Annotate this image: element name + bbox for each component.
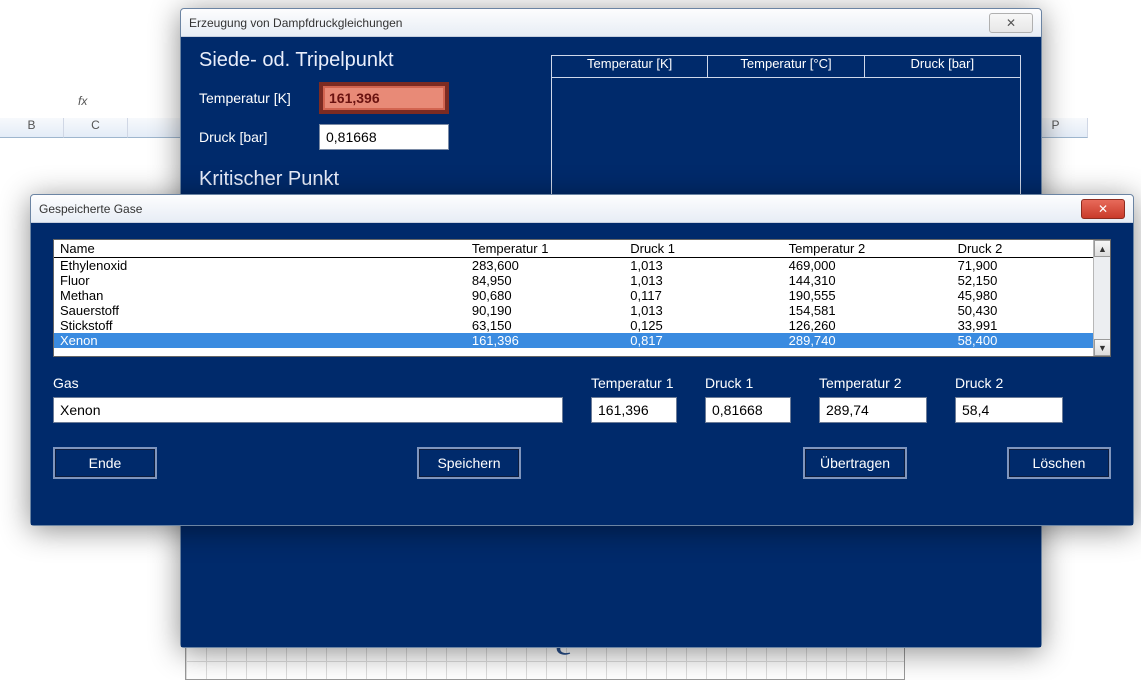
grid-cell: 84,950 — [466, 273, 624, 288]
label-gas: Gas — [53, 375, 563, 391]
window-vapor-pressure-title: Erzeugung von Dampfdruckgleichungen — [189, 16, 402, 30]
grid-cell: Methan — [54, 288, 466, 303]
grid-cell: 45,980 — [952, 288, 1110, 303]
table-row[interactable]: Sauerstoff90,1901,013154,58150,430 — [54, 303, 1110, 318]
grid-cell: 126,260 — [783, 318, 952, 333]
grid-cell: 1,013 — [624, 273, 782, 288]
grid-cell: 58,400 — [952, 333, 1110, 348]
excel-col-header[interactable]: C — [64, 118, 128, 138]
ende-button[interactable]: Ende — [53, 447, 157, 479]
input-temp2[interactable] — [819, 397, 927, 423]
input-druck2[interactable] — [955, 397, 1063, 423]
grid-cell: 144,310 — [783, 273, 952, 288]
datapoints-table[interactable]: Temperatur [K]Temperatur [°C]Druck [bar] — [551, 55, 1021, 195]
grid-cell: 283,600 — [466, 258, 624, 274]
grid-cell: 289,740 — [783, 333, 952, 348]
window-saved-gases: Gespeicherte Gase ✕ NameTemperatur 1Druc… — [30, 194, 1134, 526]
input-gas[interactable] — [53, 397, 563, 423]
uebertragen-button[interactable]: Übertragen — [803, 447, 907, 479]
gases-listbox[interactable]: NameTemperatur 1Druck 1Temperatur 2Druck… — [53, 239, 1111, 357]
grid-header-cell[interactable]: Temperatur 1 — [466, 240, 624, 258]
window-vapor-pressure-titlebar[interactable]: Erzeugung von Dampfdruckgleichungen ✕ — [181, 9, 1041, 37]
grid-cell: Stickstoff — [54, 318, 466, 333]
input-temp1[interactable] — [591, 397, 677, 423]
datapoints-header-cell: Temperatur [°C] — [708, 56, 864, 77]
window-saved-gases-title: Gespeicherte Gase — [39, 202, 142, 216]
close-icon[interactable]: ✕ — [1081, 199, 1125, 219]
close-icon[interactable]: ✕ — [989, 13, 1033, 33]
grid-cell: Sauerstoff — [54, 303, 466, 318]
grid-header-cell[interactable]: Temperatur 2 — [783, 240, 952, 258]
datapoints-header-cell: Druck [bar] — [865, 56, 1020, 77]
excel-col-header[interactable]: B — [0, 118, 64, 138]
grid-cell: 1,013 — [624, 303, 782, 318]
table-row[interactable]: Xenon161,3960,817289,74058,400 — [54, 333, 1110, 348]
grid-cell: 161,396 — [466, 333, 624, 348]
scroll-up-icon[interactable]: ▲ — [1094, 240, 1111, 257]
grid-cell: 1,013 — [624, 258, 782, 274]
label-temp2: Temperatur 2 — [819, 375, 927, 391]
formula-bar-fx-label: fx — [78, 94, 87, 108]
input-druck1[interactable] — [705, 397, 791, 423]
grid-cell: 71,900 — [952, 258, 1110, 274]
table-row[interactable]: Stickstoff63,1500,125126,26033,991 — [54, 318, 1110, 333]
grid-cell: 0,117 — [624, 288, 782, 303]
grid-cell: Xenon — [54, 333, 466, 348]
grid-header-cell[interactable]: Name — [54, 240, 466, 258]
input-temperature-k[interactable] — [319, 82, 449, 114]
grid-cell: 90,680 — [466, 288, 624, 303]
speichern-button[interactable]: Speichern — [417, 447, 521, 479]
grid-cell: 50,430 — [952, 303, 1110, 318]
window-saved-gases-titlebar[interactable]: Gespeicherte Gase ✕ — [31, 195, 1133, 223]
scrollbar[interactable]: ▲ ▼ — [1093, 240, 1110, 356]
grid-header-cell[interactable]: Druck 1 — [624, 240, 782, 258]
grid-cell: 190,555 — [783, 288, 952, 303]
grid-cell: 33,991 — [952, 318, 1110, 333]
label-temp1: Temperatur 1 — [591, 375, 677, 391]
grid-cell: Ethylenoxid — [54, 258, 466, 274]
input-pressure-bar[interactable] — [319, 124, 449, 150]
table-row[interactable]: Ethylenoxid283,6001,013469,00071,900 — [54, 258, 1110, 274]
table-row[interactable]: Fluor84,9501,013144,31052,150 — [54, 273, 1110, 288]
label-druck2: Druck 2 — [955, 375, 1063, 391]
grid-cell: 469,000 — [783, 258, 952, 274]
grid-cell: 154,581 — [783, 303, 952, 318]
grid-header-cell[interactable]: Druck 2 — [952, 240, 1110, 258]
label-pressure-bar: Druck [bar] — [199, 129, 319, 145]
grid-cell: 63,150 — [466, 318, 624, 333]
loeschen-button[interactable]: Löschen — [1007, 447, 1111, 479]
grid-cell: 0,817 — [624, 333, 782, 348]
grid-cell: Fluor — [54, 273, 466, 288]
datapoints-header-cell: Temperatur [K] — [552, 56, 708, 77]
grid-cell: 0,125 — [624, 318, 782, 333]
label-druck1: Druck 1 — [705, 375, 791, 391]
grid-cell: 52,150 — [952, 273, 1110, 288]
grid-cell: 90,190 — [466, 303, 624, 318]
table-row[interactable]: Methan90,6800,117190,55545,980 — [54, 288, 1110, 303]
scroll-down-icon[interactable]: ▼ — [1094, 339, 1111, 356]
label-temperature-k: Temperatur [K] — [199, 90, 319, 106]
